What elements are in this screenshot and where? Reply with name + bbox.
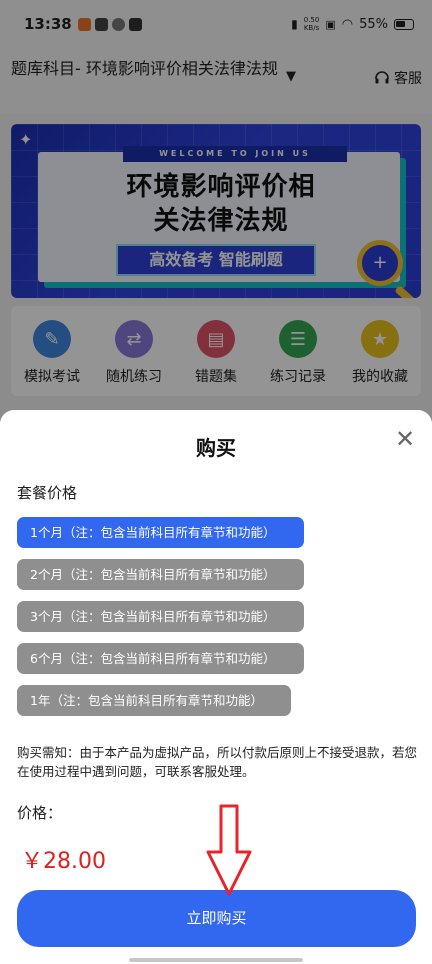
price-value: ￥28.00: [21, 849, 106, 874]
sheet-title: 购买: [196, 436, 236, 460]
buy-now-button[interactable]: 立即购买: [17, 890, 416, 947]
plan-option-3-months[interactable]: 3个月（注：包含当前科目所有章节和功能）: [17, 601, 304, 632]
home-indicator[interactable]: [129, 958, 303, 962]
price-label: 价格：: [17, 804, 63, 822]
arrow-down-icon: [206, 804, 252, 896]
plan-option-6-months[interactable]: 6个月（注：包含当前科目所有章节和功能）: [17, 643, 304, 674]
plan-option-2-months[interactable]: 2个月（注：包含当前科目所有章节和功能）: [17, 559, 304, 590]
purchase-notice: 购买需知：由于本产品为虚拟产品，所以付款后原则上不接受退款，若您在使用过程中遇到…: [17, 745, 418, 779]
plan-option-1-month[interactable]: 1个月（注：包含当前科目所有章节和功能）: [17, 517, 304, 548]
package-price-label: 套餐价格: [17, 484, 78, 502]
close-icon[interactable]: ✕: [394, 427, 416, 451]
plan-option-1-year[interactable]: 1年（注：包含当前科目所有章节和功能）: [17, 685, 291, 716]
